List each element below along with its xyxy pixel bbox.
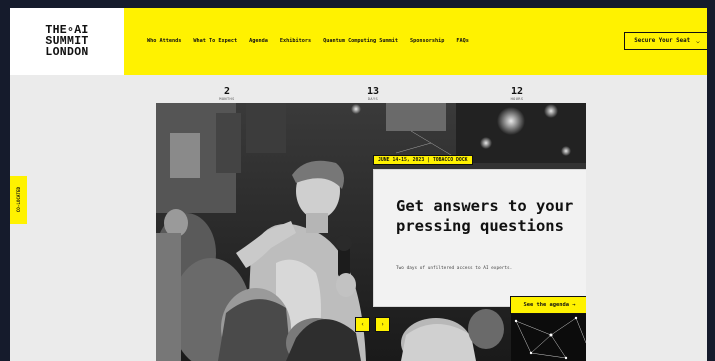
co-located-label: CO-LOCATED [16,187,21,213]
nav-item-agenda[interactable]: Agenda [249,38,268,44]
chevron-right-icon: › [380,321,385,328]
hero-section: JUNE 14-15, 2023 | TOBACCO DOCK Get answ… [156,103,586,361]
nav-item-exhibitors[interactable]: Exhibitors [280,38,311,44]
countdown-months: 2 MONTHS [207,86,247,101]
nav-item-quantum-computing-summit[interactable]: Quantum Computing Summit [323,38,398,44]
nav-item-sponsorship[interactable]: Sponsorship [410,38,444,44]
nav-item-faqs[interactable]: FAQs [456,38,469,44]
countdown-months-value: 2 [223,86,231,97]
top-navigation: Who Attends What To Expect Agenda Exhibi… [124,8,707,75]
co-located-side-tab[interactable]: CO-LOCATED [10,176,27,224]
carousel-next-button[interactable]: › [375,317,390,332]
website-frame: THE∘AI SUMMIT LONDON Who Attends What To… [10,8,707,361]
countdown-hours-value: 12 [510,86,524,97]
nav-links: Who Attends What To Expect Agenda Exhibi… [147,38,469,44]
nav-item-what-to-expect[interactable]: What To Expect [193,38,237,44]
secure-your-seat-label: Secure Your Seat [634,38,691,44]
logo-line-3: LONDON [45,46,89,59]
hero-card: Get answers to your pressing questions T… [373,169,586,307]
countdown-days: 13 DAYS [353,86,393,101]
chevron-icon: ⌵ [696,37,700,45]
secure-your-seat-button[interactable]: Secure Your Seat ⌵ [624,32,707,50]
hero-subtext: Two days of unfiltered access to AI expe… [396,266,513,271]
see-agenda-button[interactable]: See the agenda → [510,296,586,314]
chevron-left-icon: ‹ [360,321,365,328]
countdown-days-unit: DAYS [367,97,379,101]
nav-item-who-attends[interactable]: Who Attends [147,38,181,44]
countdown-hours: 12 HOURS [497,86,537,101]
countdown-hours-unit: HOURS [510,97,524,101]
site-logo[interactable]: THE∘AI SUMMIT LONDON [10,8,124,75]
hero-headline: Get answers to your pressing questions [396,197,574,235]
countdown-months-unit: MONTHS [219,97,235,101]
carousel-prev-button[interactable]: ‹ [355,317,370,332]
countdown-days-value: 13 [366,86,380,97]
event-date-tag: JUNE 14-15, 2023 | TOBACCO DOCK [373,155,473,165]
